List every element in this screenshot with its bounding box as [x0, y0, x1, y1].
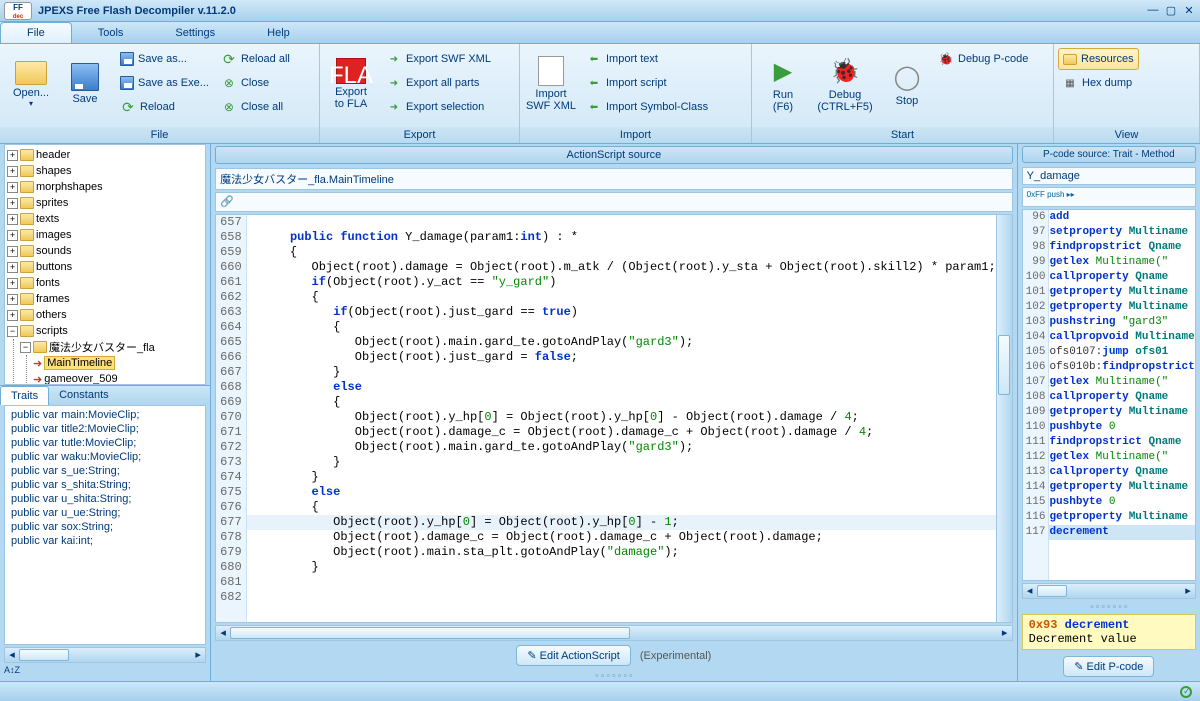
pcode-view[interactable]: addsetproperty Multinamefindpropstrict Q… — [1049, 210, 1195, 580]
menu-help[interactable]: Help — [241, 22, 316, 43]
debug-button[interactable]: 🐞Debug (CTRL+F5) — [810, 47, 880, 121]
tree-node-header[interactable]: +header — [7, 147, 203, 163]
tree-node-gameover[interactable]: ➜gameover_509 — [33, 371, 203, 385]
code-vscroll[interactable] — [996, 215, 1012, 622]
tree-node-shapes[interactable]: +shapes — [7, 163, 203, 179]
tree-node-frames[interactable]: +frames — [7, 291, 203, 307]
close-file-button[interactable]: ⊗Close — [217, 72, 294, 94]
export-allparts-button[interactable]: ➜Export all parts — [382, 72, 495, 94]
drag-handle[interactable]: ∘∘∘∘∘∘∘ — [211, 670, 1017, 681]
window-title: JPEXS Free Flash Decompiler v.11.2.0 — [38, 5, 1142, 17]
pcode-hscroll[interactable]: ◂▸ — [1022, 583, 1196, 599]
resources-button[interactable]: Resources — [1058, 48, 1139, 70]
trait-item[interactable]: public var title2:MovieClip; — [7, 422, 203, 436]
trait-item[interactable]: public var s_ue:String; — [7, 464, 203, 478]
minimize-button[interactable]: — — [1146, 4, 1160, 18]
trait-item[interactable]: public var main:MovieClip; — [7, 408, 203, 422]
tree-node-maintimeline[interactable]: ➜MainTimeline — [33, 355, 203, 371]
save-as-exe-button[interactable]: Save as Exe... — [116, 72, 213, 94]
editor-toolbar: 🔗 — [215, 192, 1013, 212]
tree-node-scripts[interactable]: −scripts — [7, 323, 203, 339]
ribbon-group-start: Start — [752, 127, 1053, 143]
trait-item[interactable]: public var u_shita:String; — [7, 492, 203, 506]
export-swfxml-button[interactable]: ➜Export SWF XML — [382, 48, 495, 70]
traits-hscroll[interactable]: ◂▸ — [4, 647, 206, 663]
export-selection-button[interactable]: ➜Export selection — [382, 96, 495, 118]
menu-file[interactable]: File — [0, 22, 72, 43]
reload-button[interactable]: ⟳Reload — [116, 96, 213, 118]
status-ok-icon — [1180, 686, 1192, 698]
traits-list[interactable]: public var main:MovieClip;public var tit… — [4, 405, 206, 646]
tree-node-texts[interactable]: +texts — [7, 211, 203, 227]
tab-constants[interactable]: Constants — [49, 386, 119, 405]
menu-settings[interactable]: Settings — [149, 22, 241, 43]
reload-all-button[interactable]: ⟳Reload all — [217, 48, 294, 70]
experimental-label: (Experimental) — [640, 650, 712, 662]
import-text-button[interactable]: ⬅Import text — [582, 48, 712, 70]
code-editor[interactable]: public function Y_damage(param1:int) : *… — [247, 215, 996, 622]
save-button[interactable]: Save — [58, 47, 112, 121]
status-bar — [0, 681, 1200, 701]
resource-tree[interactable]: +header+shapes+morphshapes+sprites+texts… — [4, 144, 206, 385]
maximize-button[interactable]: ▢ — [1164, 4, 1178, 18]
tree-node-morphshapes[interactable]: +morphshapes — [7, 179, 203, 195]
tree-node-others[interactable]: +others — [7, 307, 203, 323]
code-hscroll[interactable]: ◂▸ — [215, 625, 1013, 641]
as-source-title: ActionScript source — [215, 146, 1013, 164]
pcode-gutter: 9697989910010110210310410510610710810911… — [1023, 210, 1050, 580]
import-swfxml-button[interactable]: Import SWF XML — [524, 47, 578, 121]
tree-node-fonts[interactable]: +fonts — [7, 275, 203, 291]
menu-bar: File Tools Settings Help — [0, 22, 1200, 44]
link-icon[interactable]: 🔗 — [220, 196, 234, 208]
import-script-button[interactable]: ⬅Import script — [582, 72, 712, 94]
ribbon-group-file: File — [0, 127, 319, 143]
drag-handle-r[interactable]: ∘∘∘∘∘∘∘ — [1018, 601, 1200, 612]
trait-item[interactable]: public var kai:int; — [7, 534, 203, 548]
close-all-button[interactable]: ⊗Close all — [217, 96, 294, 118]
import-symclass-button[interactable]: ⬅Import Symbol-Class — [582, 96, 712, 118]
close-button[interactable]: ✕ — [1182, 4, 1196, 18]
pcode-method: Y_damage — [1022, 167, 1196, 185]
ribbon-group-import: Import — [520, 127, 751, 143]
trait-item[interactable]: public var waku:MovieClip; — [7, 450, 203, 464]
tree-node-package[interactable]: −魔法少女バスター_fla — [20, 339, 203, 355]
menu-tools[interactable]: Tools — [72, 22, 150, 43]
ribbon-group-export: Export — [320, 127, 519, 143]
edit-actionscript-button[interactable]: ✎ Edit ActionScript — [516, 645, 630, 666]
pcode-title: P-code source: Trait - Method — [1022, 146, 1196, 163]
tab-traits[interactable]: Traits — [0, 386, 49, 405]
run-button[interactable]: ▶Run (F6) — [756, 47, 810, 121]
save-as-button[interactable]: Save as... — [116, 48, 213, 70]
ribbon-group-view: View — [1054, 127, 1199, 143]
trait-item[interactable]: public var s_shita:String; — [7, 478, 203, 492]
tree-node-sprites[interactable]: +sprites — [7, 195, 203, 211]
tree-node-sounds[interactable]: +sounds — [7, 243, 203, 259]
trait-item[interactable]: public var tutle:MovieClip; — [7, 436, 203, 450]
left-tabs: Traits Constants — [0, 385, 210, 405]
title-bar: FFdec JPEXS Free Flash Decompiler v.11.2… — [0, 0, 1200, 22]
app-logo: FFdec — [4, 2, 32, 20]
open-button[interactable]: Open...▾ — [4, 47, 58, 121]
trait-item[interactable]: public var sox:String; — [7, 520, 203, 534]
line-gutter: 6576586596606616626636646656666676686696… — [216, 215, 247, 622]
export-fla-button[interactable]: FLAExport to FLA — [324, 47, 378, 121]
trait-item[interactable]: public var u_ue:String; — [7, 506, 203, 520]
tree-node-images[interactable]: +images — [7, 227, 203, 243]
stop-button[interactable]: ◯Stop — [880, 47, 934, 121]
opcode-hint: 0x93 decrement Decrement value — [1022, 614, 1196, 650]
pcode-toolbar: 0xFF push ▸▸ — [1022, 187, 1196, 207]
debug-pcode-button[interactable]: 🐞Debug P-code — [934, 48, 1032, 70]
edit-pcode-button[interactable]: ✎ Edit P-code — [1063, 656, 1154, 677]
hex-dump-button[interactable]: ▦Hex dump — [1058, 72, 1139, 94]
sort-az-icon[interactable]: A↕Z — [4, 665, 206, 679]
tree-node-buttons[interactable]: +buttons — [7, 259, 203, 275]
breadcrumb: 魔法少女バスター_fla.MainTimeline — [215, 168, 1013, 190]
ribbon: Open...▾ Save Save as... Save as Exe... … — [0, 44, 1200, 144]
